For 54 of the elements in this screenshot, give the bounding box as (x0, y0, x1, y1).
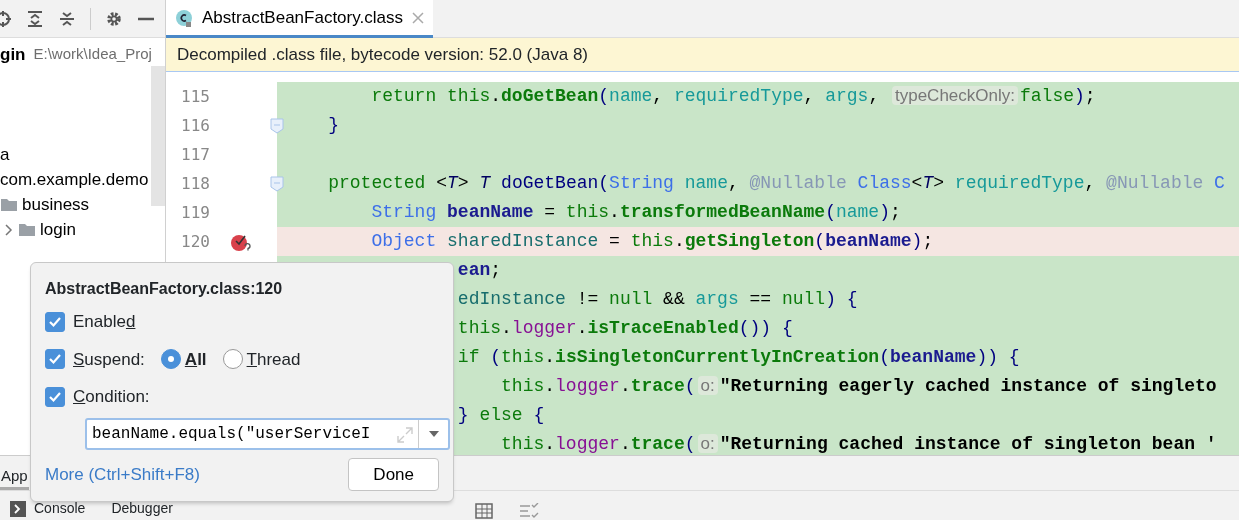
more-link[interactable]: More (Ctrl+Shift+F8) (45, 461, 200, 487)
radio-label: All (184, 348, 207, 371)
fold-marker-icon[interactable] (270, 175, 284, 192)
expand-icon (396, 425, 414, 444)
checkbox-label: Enabled (73, 311, 136, 333)
expand-all-icon[interactable] (26, 9, 44, 28)
tree-item[interactable]: com.example.demo (0, 166, 149, 193)
collapse-all-icon[interactable] (58, 9, 76, 28)
checkbox[interactable] (45, 311, 65, 332)
code-line: edInstance != null && args == null) { (456, 288, 858, 311)
popup-title: AbstractBeanFactory.class:120 (45, 279, 284, 299)
project-name[interactable]: gin (0, 41, 26, 68)
line-number: 118 (180, 172, 210, 195)
tool-tab[interactable]: Debugger (111, 498, 173, 519)
code-line: String beanName = this.transformedBeanName(name); (370, 201, 901, 224)
checkbox-label: Condition: (73, 386, 150, 408)
scrollbar[interactable] (151, 66, 165, 206)
code-line: } (327, 114, 339, 137)
radio-button[interactable] (222, 349, 243, 370)
done-button[interactable]: Done (348, 457, 439, 491)
code-line: return this.doGetBean(name, requiredType, args, typeCheckOnly: false); (370, 85, 1096, 108)
settings-icon[interactable] (105, 9, 123, 28)
line-number: 120 (180, 230, 210, 253)
code-line: ean; (456, 259, 502, 282)
line-number: 115 (180, 85, 210, 108)
tree-item[interactable]: login (40, 216, 76, 243)
checkbox[interactable] (45, 349, 65, 370)
tree-item[interactable]: a (0, 141, 10, 168)
condition-field[interactable]: beanName.equals("userServiceI (85, 417, 450, 450)
checkmark-icon (48, 352, 62, 367)
code-line: } else { (456, 404, 545, 427)
class-file-icon (174, 7, 194, 28)
checkbox[interactable] (45, 386, 65, 407)
editor-tab[interactable]: AbstractBeanFactory.class (166, 0, 433, 38)
banner-text: Decompiled .class file, bytecode version: 52.0 (Java 8) (177, 43, 589, 66)
locate-icon[interactable] (0, 9, 12, 28)
tool-tab[interactable]: Console (34, 498, 86, 519)
chevron-right-icon[interactable] (2, 223, 14, 236)
code-line: Object sharedInstance = this.getSingleton(beanName); (370, 230, 934, 253)
close-icon[interactable] (410, 10, 425, 25)
checkbox-label: Suspend: (73, 348, 145, 371)
terminal-icon (10, 500, 26, 517)
line-number: 119 (180, 201, 210, 224)
tree-item[interactable]: business (22, 191, 90, 218)
project-path: E:\work\Idea_Proj (33, 44, 152, 65)
line-number: 117 (180, 143, 210, 166)
code-line: protected <T> T doGetBean(String name, @Nullable Class<T> requiredType, @Nullable C (327, 172, 1225, 195)
fold-marker-icon[interactable] (270, 117, 284, 134)
table-icon[interactable] (474, 503, 493, 519)
radio-button[interactable] (160, 349, 181, 370)
code-line: this.logger.isTraceEnabled()) { (456, 317, 793, 340)
line-number: 116 (180, 114, 210, 137)
radio-label: Thread (246, 348, 301, 371)
list-settings-icon[interactable] (518, 503, 539, 519)
